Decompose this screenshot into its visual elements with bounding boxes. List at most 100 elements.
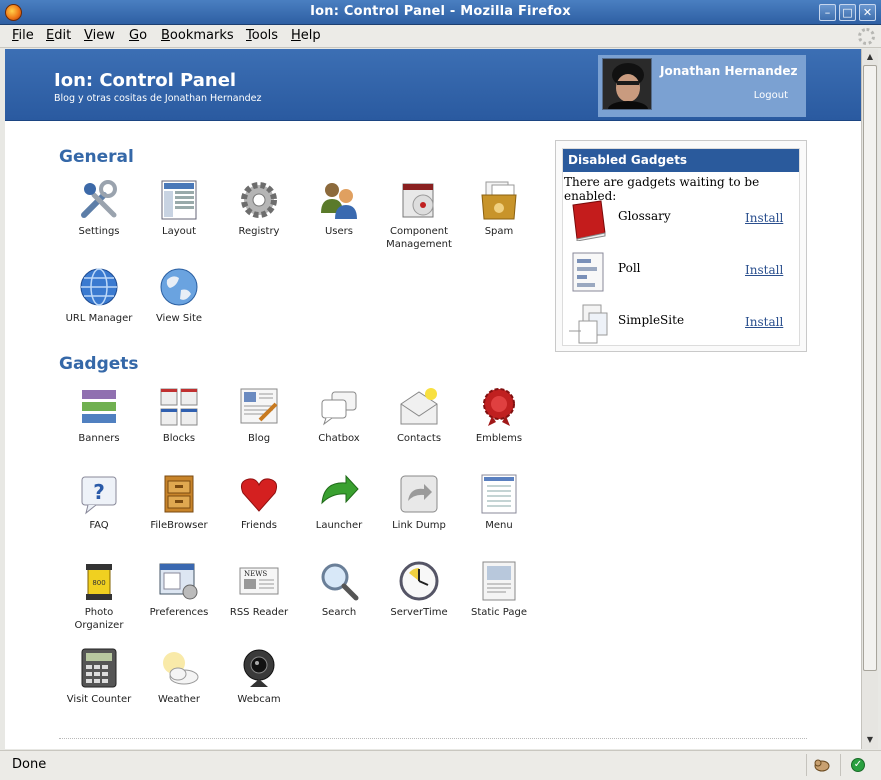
search-icon	[318, 560, 360, 602]
tile-label: Registry	[238, 226, 280, 237]
window-titlebar: Ion: Control Panel - Mozilla Firefox – □…	[0, 0, 881, 25]
gadget-tile-search[interactable]: Search	[299, 560, 379, 619]
photo-organizer-icon: 800	[78, 560, 120, 602]
menu-view[interactable]: View	[84, 28, 115, 43]
menu-go[interactable]: Go	[129, 28, 147, 43]
maximize-button[interactable]: □	[839, 4, 856, 21]
disabled-item-name: SimpleSite	[618, 313, 685, 327]
users-icon	[318, 179, 360, 221]
gadget-tile-webcam[interactable]: Webcam	[219, 647, 299, 706]
tile-label: Blog	[247, 433, 271, 444]
gadget-tile-link-dump[interactable]: Link Dump	[379, 473, 459, 532]
gadget-tile-photo-organizer[interactable]: 800 Photo Organizer	[59, 560, 139, 632]
logout-link[interactable]: Logout	[754, 90, 788, 101]
faq-icon: ?	[78, 473, 120, 515]
gadget-tile-visit-counter[interactable]: Visit Counter	[59, 647, 139, 706]
gadget-tile-contacts[interactable]: Contacts	[379, 386, 459, 445]
svg-text:?: ?	[93, 480, 105, 504]
tile-label: Search	[321, 607, 357, 618]
rss-reader-icon: NEWS	[238, 560, 280, 602]
status-separator	[806, 754, 807, 776]
page-viewport: Ion: Control Panel Blog y otras cositas …	[5, 49, 861, 749]
gadget-tile-faq[interactable]: ? FAQ	[59, 473, 139, 532]
gadget-tile-servertime[interactable]: ServerTime	[379, 560, 459, 619]
gadget-tile-menu[interactable]: Menu	[459, 473, 539, 532]
general-tile-users[interactable]: Users	[299, 179, 379, 238]
general-tile-component-management[interactable]: Component Management	[379, 179, 459, 251]
chatbox-icon	[318, 386, 360, 428]
settings-icon	[78, 179, 120, 221]
throbber-icon	[858, 28, 875, 45]
site-title[interactable]: Ion: Control Panel	[54, 70, 236, 91]
tile-label: View Site	[155, 313, 203, 324]
general-tile-url-manager[interactable]: URL Manager	[59, 266, 139, 325]
tile-label: Photo Organizer	[74, 607, 124, 631]
scroll-down-button[interactable]: ▼	[863, 733, 877, 747]
simplesite-icon	[569, 303, 609, 345]
layout-icon	[158, 179, 200, 221]
disabled-item-name: Poll	[618, 261, 641, 275]
general-tile-registry[interactable]: Registry	[219, 179, 299, 238]
tile-label: URL Manager	[65, 313, 133, 324]
tile-label: ServerTime	[390, 607, 448, 618]
link-dump-icon	[398, 473, 440, 515]
general-tile-layout[interactable]: Layout	[139, 179, 219, 238]
gadget-tile-launcher[interactable]: Launcher	[299, 473, 379, 532]
friends-icon	[238, 473, 280, 515]
gadget-tile-friends[interactable]: Friends	[219, 473, 299, 532]
tile-label: Settings	[78, 226, 120, 237]
gadget-tile-banners[interactable]: Banners	[59, 386, 139, 445]
close-button[interactable]: ✕	[859, 4, 876, 21]
general-tile-view-site[interactable]: View Site	[139, 266, 219, 325]
general-tile-spam[interactable]: Spam	[459, 179, 539, 238]
gadgets-heading: Gadgets	[59, 354, 139, 374]
url-manager-icon	[78, 266, 120, 308]
gadget-tile-blog[interactable]: Blog	[219, 386, 299, 445]
menu-bookmarks[interactable]: Bookmarks	[161, 28, 234, 43]
emblems-icon	[478, 386, 520, 428]
tile-label: RSS Reader	[229, 607, 289, 618]
minimize-button[interactable]: –	[819, 4, 836, 21]
gadget-tile-blocks[interactable]: Blocks	[139, 386, 219, 445]
install-link-poll[interactable]: Install	[745, 263, 783, 277]
general-tile-settings[interactable]: Settings	[59, 179, 139, 238]
disabled-item-glossary: Glossary Install	[563, 197, 799, 243]
view-site-icon	[158, 266, 200, 308]
tile-label: Layout	[162, 226, 196, 237]
install-link-simplesite[interactable]: Install	[745, 315, 783, 329]
gadget-tile-chatbox[interactable]: Chatbox	[299, 386, 379, 445]
gadget-tile-emblems[interactable]: Emblems	[459, 386, 539, 445]
contacts-icon	[398, 386, 440, 428]
tile-label: Visit Counter	[66, 694, 132, 705]
tile-label: Emblems	[475, 433, 523, 444]
menu-icon	[478, 473, 520, 515]
servertime-icon	[398, 560, 440, 602]
menu-edit[interactable]: Edit	[46, 28, 71, 43]
gadget-tile-preferences[interactable]: Preferences	[139, 560, 219, 619]
ok-status-icon: ✓	[851, 758, 865, 772]
status-bar: Done ✓	[0, 750, 881, 780]
scroll-up-button[interactable]: ▲	[863, 50, 877, 64]
scrollbar-thumb[interactable]	[863, 65, 877, 671]
preferences-icon	[158, 560, 200, 602]
install-link-glossary[interactable]: Install	[745, 211, 783, 225]
glossary-icon	[569, 199, 609, 242]
blocks-icon	[158, 386, 200, 428]
tile-label: Launcher	[315, 520, 363, 531]
webcam-icon	[238, 647, 280, 689]
dog-icon[interactable]	[813, 757, 831, 773]
vertical-scrollbar[interactable]: ▲ ▼	[861, 49, 878, 749]
tile-label: Weather	[157, 694, 201, 705]
static-page-icon	[478, 560, 520, 602]
weather-icon	[158, 647, 200, 689]
gadget-tile-rss-reader[interactable]: NEWS RSS Reader	[219, 560, 299, 619]
gadget-tile-filebrowser[interactable]: FileBrowser	[139, 473, 219, 532]
user-name[interactable]: Jonathan Hernandez	[660, 64, 797, 78]
tile-label: Preferences	[149, 607, 209, 618]
user-box: Jonathan Hernandez Logout	[598, 55, 806, 117]
menu-tools[interactable]: Tools	[246, 28, 278, 43]
menu-help[interactable]: Help	[291, 28, 321, 43]
gadget-tile-weather[interactable]: Weather	[139, 647, 219, 706]
menu-file[interactable]: File	[12, 28, 34, 43]
gadget-tile-static-page[interactable]: Static Page	[459, 560, 539, 619]
